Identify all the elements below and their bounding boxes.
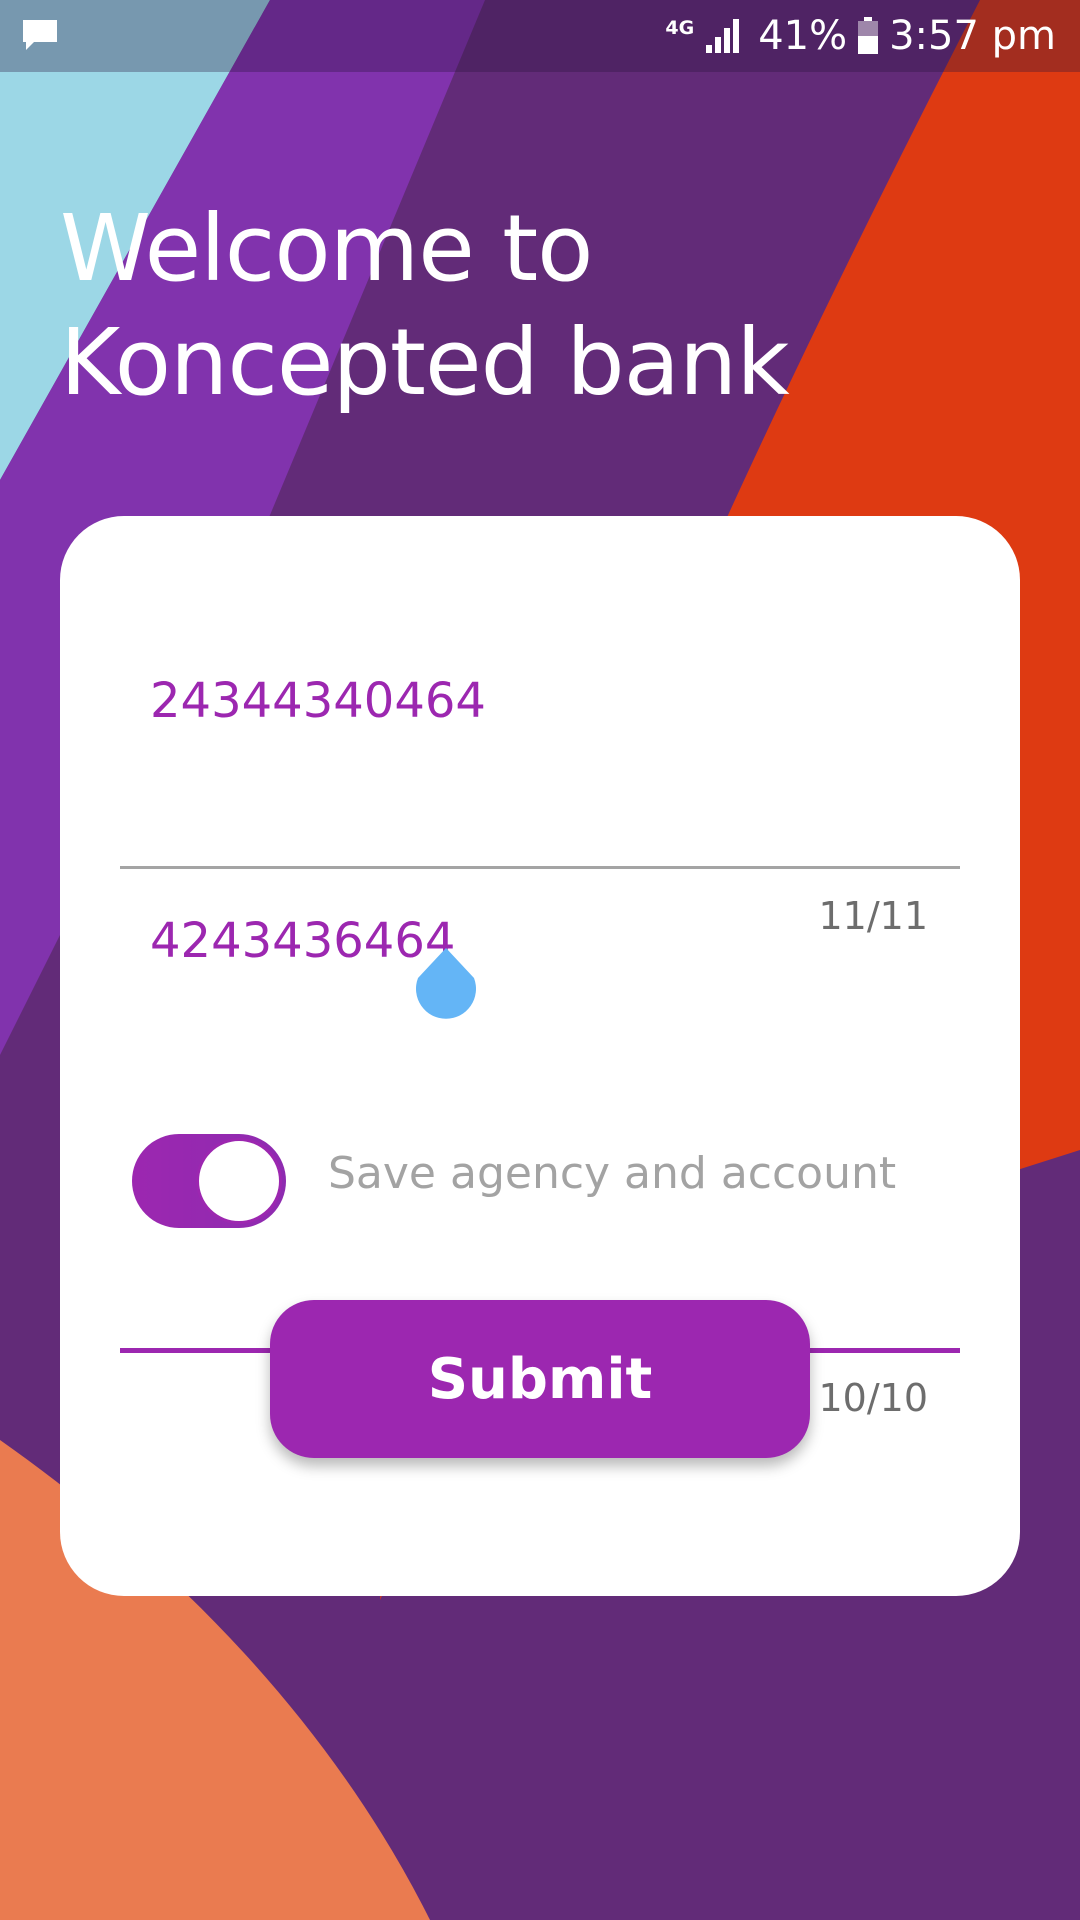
title-line-2: Koncepted bank	[60, 309, 790, 416]
agency-char-counter: 10/10	[818, 1376, 928, 1420]
title-line-1: Welcome to	[60, 195, 593, 302]
network-type: 4G	[665, 17, 695, 39]
app-screen: 4G 41% 3:57 pm Welcome to Koncepted bank…	[0, 0, 1080, 1920]
battery-icon	[858, 17, 879, 54]
account-field: 11/11	[120, 636, 960, 938]
battery-percent: 41%	[758, 13, 848, 59]
agency-input[interactable]	[150, 906, 930, 976]
status-bar: 4G 41% 3:57 pm	[0, 0, 1080, 72]
save-toggle[interactable]	[132, 1134, 286, 1228]
text-cursor-handle[interactable]	[412, 948, 480, 1032]
clock: 3:57 pm	[889, 13, 1056, 59]
account-input[interactable]	[150, 666, 930, 736]
account-underline	[120, 866, 960, 869]
agency-field: 10/10	[120, 876, 960, 1420]
submit-button[interactable]: Submit	[270, 1300, 810, 1458]
status-indicators: 4G 41% 3:57 pm	[665, 0, 1056, 72]
signal-icon	[706, 19, 740, 53]
toggle-knob	[196, 1138, 282, 1224]
save-toggle-label: Save agency and account	[328, 1148, 897, 1199]
login-card: 11/11 10/10 Save agency and account Subm…	[60, 516, 1020, 1596]
message-icon	[23, 20, 57, 50]
page-title: Welcome to Koncepted bank	[60, 192, 790, 420]
